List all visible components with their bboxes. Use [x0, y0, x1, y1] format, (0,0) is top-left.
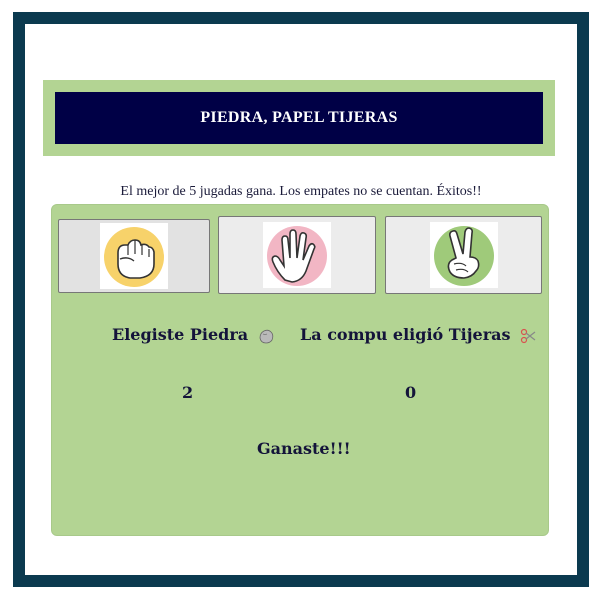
user-score: 2	[182, 383, 194, 402]
instructions-text: El mejor de 5 jugadas gana. Los empates …	[120, 184, 482, 199]
paper-button[interactable]	[218, 216, 376, 294]
rock-hand-icon	[100, 223, 168, 289]
result-message: Ganaste!!!	[257, 439, 351, 458]
user-choice-label: Elegiste Piedra	[112, 325, 249, 344]
computer-score: 0	[405, 383, 417, 402]
header-band: PIEDRA, PAPEL TIJERAS	[43, 80, 555, 156]
computer-choice-text: La compu eligió Tijeras	[300, 325, 536, 344]
computer-choice-label: La compu eligió Tijeras	[300, 325, 511, 344]
round-results: Elegiste Piedra La compu eligió Tijeras	[52, 325, 548, 355]
rock-icon	[259, 329, 273, 343]
page-title: PIEDRA, PAPEL TIJERAS	[55, 92, 543, 144]
game-panel: Elegiste Piedra La compu eligió Tijeras …	[51, 204, 549, 536]
user-choice-text: Elegiste Piedra	[112, 325, 274, 344]
rock-button[interactable]	[58, 219, 210, 293]
scissors-hand-icon	[429, 222, 498, 288]
scissors-icon	[521, 328, 536, 343]
paper-hand-icon	[263, 222, 331, 288]
app-frame: PIEDRA, PAPEL TIJERAS El mejor de 5 juga…	[13, 12, 589, 587]
scissors-button[interactable]	[385, 216, 542, 294]
